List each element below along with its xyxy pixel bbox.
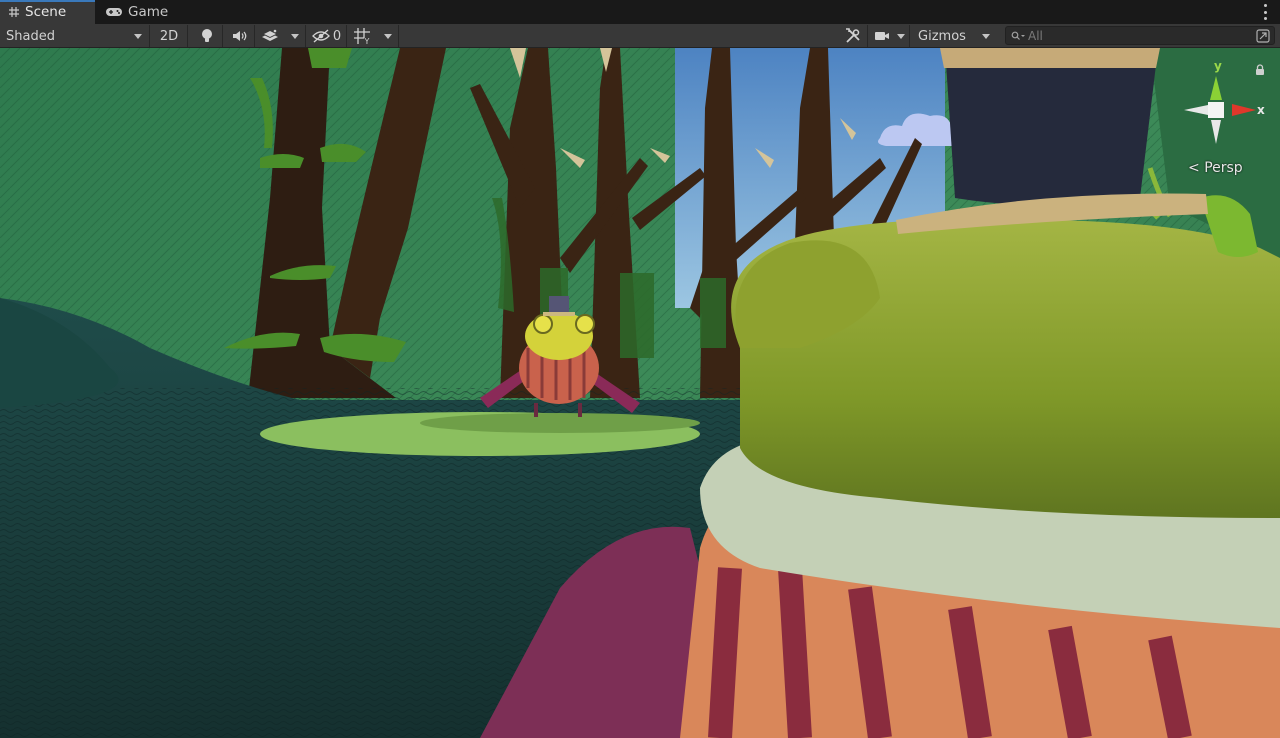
camera-icon xyxy=(875,32,889,40)
camera-settings-button[interactable] xyxy=(871,25,893,47)
gamepad-icon xyxy=(106,8,122,16)
grid-snapping-dropdown[interactable] xyxy=(377,25,399,47)
more-options-icon[interactable] xyxy=(1262,4,1268,20)
eye-hidden-icon xyxy=(311,29,330,43)
grid-snap-icon: Y xyxy=(354,28,370,45)
toggle-2d-label: 2D xyxy=(159,28,179,44)
svg-text:Y: Y xyxy=(364,37,370,45)
axis-y-label: y xyxy=(1214,59,1222,73)
tab-scene[interactable]: Scene xyxy=(0,0,95,24)
tab-bar: Scene Game xyxy=(0,0,1280,24)
projection-label: Persp xyxy=(1204,160,1243,176)
back-arrow-icon: < xyxy=(1188,160,1200,176)
tab-scene-label: Scene xyxy=(25,4,67,20)
hidden-objects-count: 0 xyxy=(332,28,342,44)
lighting-toggle-button[interactable] xyxy=(191,25,223,47)
projection-toggle[interactable]: < Persp xyxy=(1188,160,1243,176)
speaker-icon xyxy=(233,31,247,41)
search-field[interactable] xyxy=(1005,26,1275,45)
camera-settings-dropdown[interactable] xyxy=(893,25,910,47)
audio-toggle-button[interactable] xyxy=(224,25,255,47)
toggle-2d-button[interactable]: 2D xyxy=(151,25,188,47)
scene-viewport[interactable]: y x < Persp xyxy=(0,48,1280,738)
gizmos-dropdown[interactable] xyxy=(975,25,997,47)
gizmos-label: Gizmos xyxy=(918,28,966,44)
lightbulb-icon xyxy=(201,29,212,42)
search-input[interactable] xyxy=(1028,27,1248,44)
scene-toolbar: Shaded 2D 0 Y Gizmos All xyxy=(0,24,1280,48)
tab-game-label: Game xyxy=(128,4,169,20)
grid-snapping-button[interactable]: Y xyxy=(348,25,376,47)
chevron-down-icon xyxy=(290,33,299,39)
maximize-icon[interactable] xyxy=(1256,29,1270,43)
tab-game[interactable]: Game xyxy=(97,0,177,24)
axis-x-label: x xyxy=(1257,103,1265,117)
chevron-down-icon xyxy=(982,33,990,39)
scene-visibility-toggle[interactable]: 0 xyxy=(307,25,347,47)
tools-settings-button[interactable] xyxy=(838,25,868,47)
chevron-down-icon xyxy=(897,33,905,39)
draw-mode-dropdown[interactable]: Shaded xyxy=(0,25,150,47)
search-icon xyxy=(1011,31,1025,40)
grid-icon xyxy=(9,7,19,17)
effects-toggle-button[interactable] xyxy=(256,25,284,47)
effects-dropdown[interactable] xyxy=(284,25,306,47)
draw-mode-value: Shaded xyxy=(6,28,55,44)
effects-layers-icon xyxy=(262,29,278,41)
scene-render xyxy=(0,48,1280,738)
chevron-down-icon xyxy=(383,33,392,39)
chevron-down-icon xyxy=(134,33,142,39)
lock-icon[interactable] xyxy=(1255,64,1265,76)
gizmos-toggle-button[interactable]: Gizmos xyxy=(911,25,973,47)
tools-icon xyxy=(845,28,860,43)
